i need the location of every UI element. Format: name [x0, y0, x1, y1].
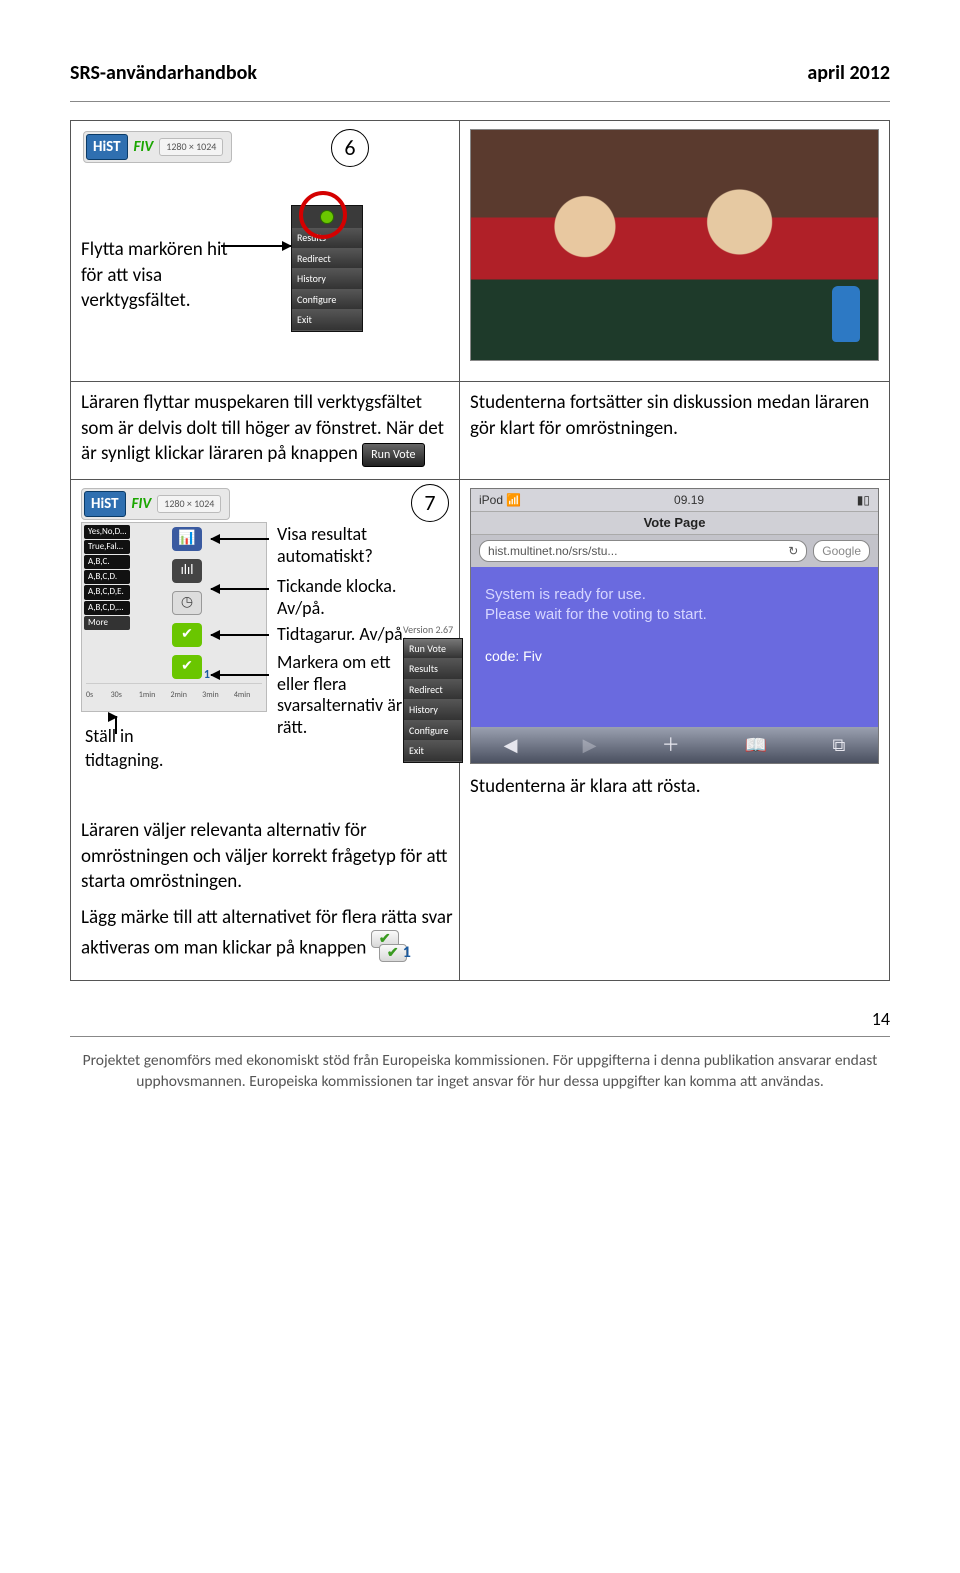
fiv-label: FIV — [134, 137, 154, 157]
toolbar-item-configure[interactable]: Configure — [292, 290, 362, 311]
single-check-icon[interactable]: ✔ — [172, 623, 202, 647]
step7-para2-wrapper: Lägg märke till att alternativet för fle… — [81, 905, 455, 969]
footer-text: Projektet genomförs med ekonomiskt stöd … — [70, 1051, 890, 1093]
ipod-bottom-bar: ◀ ▶ ＋ 📖 ⧉ — [471, 727, 878, 763]
arrow-icon — [211, 674, 269, 676]
auto-result-icon[interactable]: 📊 — [172, 527, 202, 551]
run-vote-button[interactable]: Run Vote — [362, 443, 424, 467]
toolbar-item-configure[interactable]: Configure — [404, 721, 462, 742]
cell-step6-figure: HiST FIV 1280 × 1024 6 Results Redirect … — [71, 121, 460, 382]
ipod-page-title: Vote Page — [471, 511, 878, 535]
tick-label: 0s — [86, 690, 93, 701]
footer-line1: Projektet genomförs med ekonomiskt stöd … — [83, 1051, 878, 1070]
resolution-dropdown[interactable]: 1280 × 1024 — [157, 495, 221, 513]
step6-number-circle: 6 — [331, 129, 369, 167]
page-header: SRS-användarhandbok april 2012 — [70, 60, 890, 87]
toolbar-item-exit[interactable]: Exit — [292, 310, 362, 331]
vote-setup-panel: Yes,No,D… True,Fal… A,B,C. A,B,C,D. A,B,… — [81, 522, 267, 712]
qtype-more[interactable]: More — [84, 616, 130, 630]
qtype-option[interactable]: True,Fal… — [84, 540, 130, 554]
tick-label: 30s — [111, 690, 122, 701]
hist-logo-icon: HiST — [86, 134, 128, 160]
add-icon[interactable]: ＋ — [662, 733, 680, 757]
fiv-toolbar-2: Run Vote Results Redirect History Config… — [403, 638, 463, 763]
question-type-list: Yes,No,D… True,Fal… A,B,C. A,B,C,D. A,B,… — [84, 525, 130, 630]
cell-step7-figure: HiST FIV 1280 × 1024 Yes,No,D… True,Fal…… — [71, 479, 460, 981]
arrow-icon — [221, 245, 291, 247]
multi-answer-button-icon[interactable]: ✔ ✔ 1 — [371, 930, 415, 968]
cell-step6-photo — [460, 121, 890, 382]
multi-check-icon[interactable]: ✔ — [172, 655, 202, 679]
bottle-icon — [832, 286, 860, 342]
back-icon[interactable]: ◀ — [504, 733, 518, 757]
arrow-icon — [211, 538, 269, 540]
url-text: hist.multinet.no/srs/stu... — [488, 543, 617, 559]
toolbar-item-history[interactable]: History — [404, 700, 462, 721]
arrow-icon — [211, 588, 269, 590]
step7-para1: Läraren väljer relevanta alternativ för … — [81, 818, 455, 895]
ticking-clock-icon[interactable]: ılıl — [172, 559, 202, 583]
tabs-icon[interactable]: ⧉ — [833, 733, 846, 757]
arrow-up-icon — [115, 716, 117, 734]
qtype-option[interactable]: A,B,C,D,… — [84, 601, 130, 615]
qtype-option[interactable]: A,B,C,D. — [84, 570, 130, 584]
fiv-titlebar-1: HiST FIV 1280 × 1024 — [83, 131, 232, 163]
cell-step6-text-left: Läraren flyttar muspekaren till verktygs… — [71, 382, 460, 480]
fiv-label: FIV — [132, 494, 152, 514]
tick-label: 4min — [234, 690, 250, 701]
label-visa: Visa resultat automatiskt? — [277, 524, 417, 567]
header-right: april 2012 — [807, 60, 890, 87]
classroom-photo — [470, 129, 879, 361]
ipod-page-body: System is ready for use. Please wait for… — [471, 567, 878, 727]
forward-icon[interactable]: ▶ — [583, 733, 597, 757]
header-rule — [70, 101, 890, 102]
fiv-titlebar-2: HiST FIV 1280 × 1024 — [81, 488, 230, 520]
toolbar-item-redirect[interactable]: Redirect — [292, 249, 362, 270]
label-markera: Markera om ett eller flera svarsalternat… — [277, 652, 417, 738]
ipod-code-line: code: Fiv — [485, 647, 864, 666]
ipod-msg-line2: Please wait for the voting to start. — [485, 605, 864, 625]
bookmarks-icon[interactable]: 📖 — [745, 733, 767, 757]
highlight-circle-icon — [299, 191, 347, 239]
toolbar-item-exit[interactable]: Exit — [404, 741, 462, 762]
wifi-icon: 📶 — [506, 493, 521, 507]
label-stallin: Ställ in tidtagning. — [85, 724, 195, 773]
step6-caption: Flytta markören hit för att visa verktyg… — [81, 237, 251, 314]
resolution-dropdown[interactable]: 1280 × 1024 — [159, 138, 223, 156]
step7-right-text: Studenterna är klara att rösta. — [470, 774, 879, 800]
hist-logo-icon: HiST — [84, 491, 126, 517]
ipod-carrier: iPod 📶 — [479, 492, 521, 508]
arrow-icon — [211, 634, 269, 636]
label-tickande: Tickande klocka. Av/på. — [277, 576, 417, 619]
tick-label: 3min — [202, 690, 218, 701]
step6-right-text: Studenterna fortsätter sin diskussion me… — [470, 391, 869, 440]
refresh-icon[interactable]: ↻ — [788, 543, 798, 559]
ipod-screenshot: iPod 📶 09.19 ▮▯ Vote Page hist.multinet.… — [470, 488, 879, 764]
cell-step6-text-right: Studenterna fortsätter sin diskussion me… — [460, 382, 890, 480]
toolbar-item-runvote[interactable]: Run Vote — [404, 639, 462, 660]
step7-number-circle: 7 — [411, 484, 449, 522]
toolbar-item-history[interactable]: History — [292, 269, 362, 290]
tick-label: 2min — [170, 690, 186, 701]
version-label: Version 2.67 — [403, 624, 453, 636]
ipod-search-field[interactable]: Google — [813, 540, 870, 562]
ipod-time: 09.19 — [674, 492, 704, 508]
page-number: 14 — [70, 1007, 890, 1031]
ipod-msg-line1: System is ready for use. — [485, 585, 864, 605]
header-left: SRS-användarhandbok — [70, 60, 257, 87]
qtype-option[interactable]: A,B,C. — [84, 555, 130, 569]
toolbar-item-results[interactable]: Results — [404, 659, 462, 680]
stopwatch-icon[interactable]: ◷ — [172, 591, 202, 615]
toolbar-item-redirect[interactable]: Redirect — [404, 680, 462, 701]
footer-line2: upphovsmannen. Europeiska kommissionen t… — [136, 1072, 824, 1091]
qtype-option[interactable]: A,B,C,D,E. — [84, 585, 130, 599]
timer-slider[interactable]: 0s 30s 1min 2min 3min 4min — [86, 683, 262, 707]
footer-rule — [70, 1036, 890, 1037]
tick-label: 1min — [139, 690, 155, 701]
instruction-table: HiST FIV 1280 × 1024 6 Results Redirect … — [70, 120, 890, 981]
battery-icon: ▮▯ — [857, 492, 870, 508]
qtype-option[interactable]: Yes,No,D… — [84, 525, 130, 539]
ipod-url-field[interactable]: hist.multinet.no/srs/stu... ↻ — [479, 540, 807, 562]
cell-step7-ipod: iPod 📶 09.19 ▮▯ Vote Page hist.multinet.… — [460, 479, 890, 981]
